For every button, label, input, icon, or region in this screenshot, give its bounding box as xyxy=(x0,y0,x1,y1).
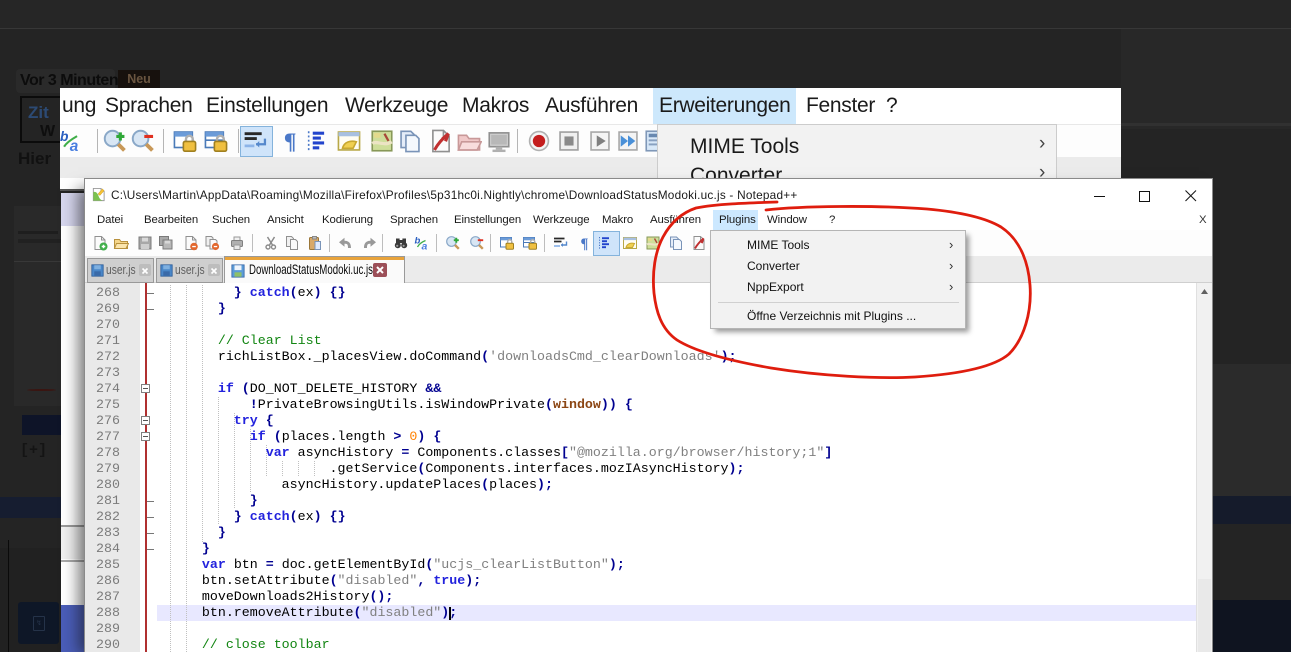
svg-text:¶: ¶ xyxy=(581,236,589,251)
svg-text:¶: ¶ xyxy=(284,129,297,154)
